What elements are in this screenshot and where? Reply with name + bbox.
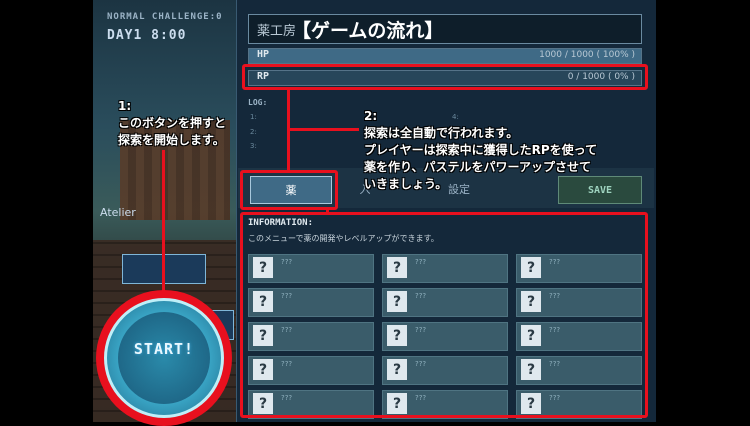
connector-line <box>287 128 359 131</box>
note-line: いきましょう。 <box>364 177 448 191</box>
log-label: LOG: <box>248 98 268 107</box>
hp-label: HP <box>257 49 270 60</box>
guide-note-2: 2: 探索は全自動で行われます。 プレイヤーは探索中に獲得したRPを使って 薬を… <box>364 108 597 193</box>
log-row: 1: <box>250 113 257 121</box>
slots-highlight-box <box>240 212 648 418</box>
note-line: 探索を開始します。 <box>118 133 225 147</box>
tab-highlight-box <box>240 170 338 210</box>
log-row: 2: <box>250 128 257 136</box>
location-label: Atelier <box>100 206 136 219</box>
start-button-face <box>118 312 210 404</box>
log-row: 3: <box>250 142 257 150</box>
start-button-label: START! <box>133 340 195 358</box>
guide-note-1: 1: このボタンを押すと 探索を開始します。 <box>118 98 226 149</box>
rp-highlight-box <box>242 64 648 90</box>
note-line: 2: <box>364 109 378 123</box>
panel-title: 薬工房 <box>257 24 297 39</box>
hp-value: 1000 / 1000 ( 100% ) <box>539 50 635 60</box>
note-line: このボタンを押すと <box>118 116 227 130</box>
note-line: 1: <box>118 99 132 113</box>
hp-bar: HP 1000 / 1000 ( 100% ) <box>248 48 642 64</box>
connector-line <box>162 150 165 292</box>
challenge-counter: NORMAL CHALLENGE:0 <box>107 12 223 22</box>
note-line: 薬を作り、パステルをパワーアップさせて <box>364 160 592 174</box>
day-clock: DAY1 8:00 <box>107 28 187 43</box>
note-line: 探索は全自動で行われます。 <box>364 126 519 140</box>
note-line: プレイヤーは探索中に獲得したRPを使って <box>364 143 598 157</box>
guide-title: 【ゲームの流れ】 <box>292 20 444 42</box>
